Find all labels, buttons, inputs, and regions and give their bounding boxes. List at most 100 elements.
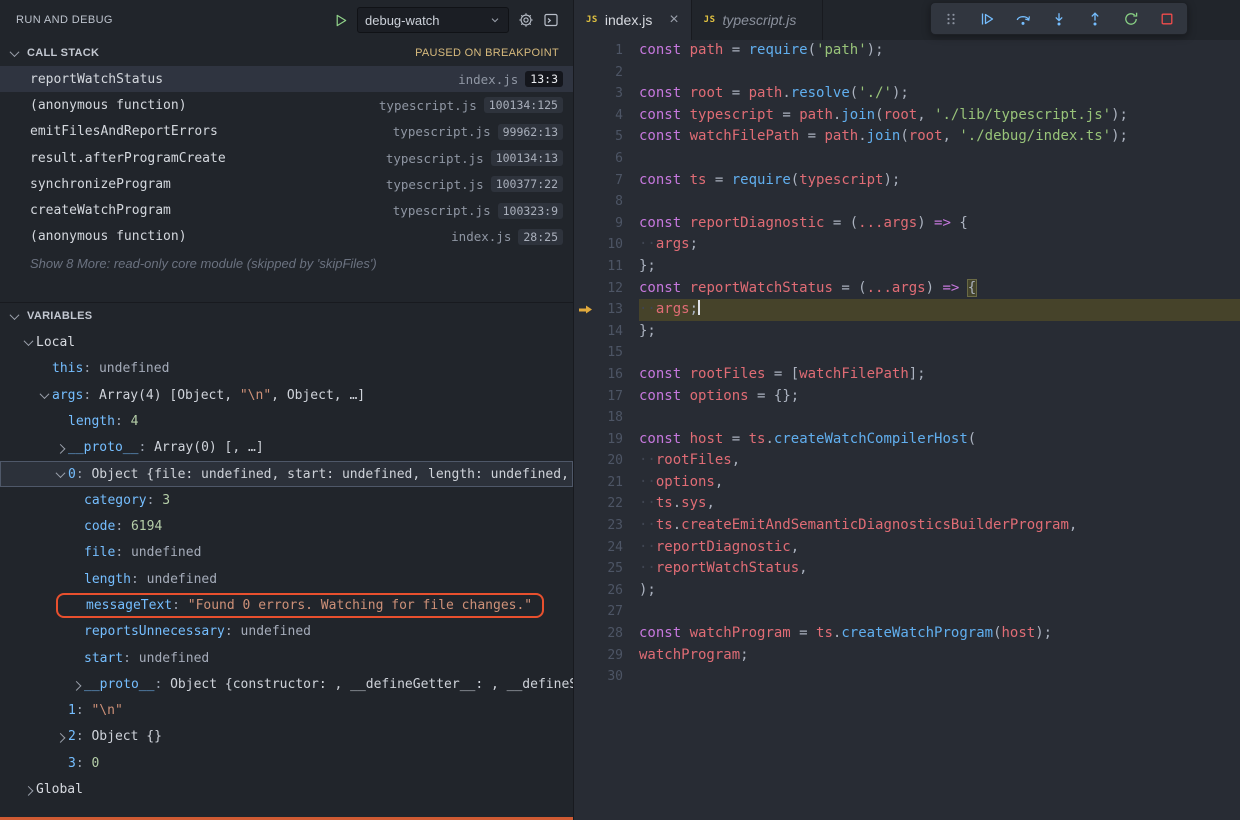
variable-row[interactable]: reportsUnnecessary: undefined bbox=[0, 619, 573, 645]
gutter[interactable]: 9 bbox=[574, 213, 639, 235]
gutter[interactable]: 22 bbox=[574, 493, 639, 515]
gutter[interactable]: 17 bbox=[574, 386, 639, 408]
code-line[interactable]: 29 watchProgram; bbox=[574, 645, 1240, 667]
call-stack-frame[interactable]: (anonymous function) typescript.js 100134:… bbox=[0, 92, 573, 118]
call-stack-frame[interactable]: synchronizeProgram typescript.js 100377:22 bbox=[0, 171, 573, 197]
call-stack-frame[interactable]: reportWatchStatus index.js 13:3 bbox=[0, 66, 573, 93]
gutter[interactable]: 28 bbox=[574, 623, 639, 645]
gutter[interactable]: 5 bbox=[574, 126, 639, 148]
code-line[interactable]: 18 bbox=[574, 407, 1240, 429]
gutter[interactable]: 1 bbox=[574, 40, 639, 62]
gutter[interactable]: 6 bbox=[574, 148, 639, 170]
gutter[interactable]: 23 bbox=[574, 515, 639, 537]
code-line[interactable]: 4 const typescript = path.join(root, './l… bbox=[574, 105, 1240, 127]
variable-row[interactable]: __proto__: Object {constructor: , __defi… bbox=[0, 671, 573, 697]
tab-index-js[interactable]: JS index.js × bbox=[574, 0, 692, 40]
variable-row[interactable]: messageText: "Found 0 errors. Watching f… bbox=[0, 592, 573, 618]
gutter[interactable]: 26 bbox=[574, 580, 639, 602]
gutter[interactable]: 25 bbox=[574, 558, 639, 580]
code-editor[interactable]: 1 const path = require('path'); 2 3 const ro… bbox=[574, 40, 1240, 688]
gutter[interactable]: 21 bbox=[574, 472, 639, 494]
variable-row[interactable]: __proto__: Array(0) [, …] bbox=[0, 435, 573, 461]
gutter[interactable]: 24 bbox=[574, 537, 639, 559]
code-line[interactable]: 3 const root = path.resolve('./'); bbox=[574, 83, 1240, 105]
gutter[interactable]: 19 bbox=[574, 429, 639, 451]
variable-row[interactable]: this: undefined bbox=[0, 356, 573, 382]
code-line[interactable]: 30 bbox=[574, 666, 1240, 688]
variable-row[interactable]: 1: "\n" bbox=[0, 698, 573, 724]
chevron-down-icon[interactable] bbox=[20, 339, 36, 346]
gutter[interactable]: 4 bbox=[574, 105, 639, 127]
code-line[interactable]: 10 ··args; bbox=[574, 234, 1240, 256]
chevron-down-icon[interactable] bbox=[36, 392, 52, 399]
code-line[interactable]: 12 const reportWatchStatus = (...args) =>… bbox=[574, 278, 1240, 300]
code-line[interactable]: 27 bbox=[574, 601, 1240, 623]
gutter[interactable]: 20 bbox=[574, 450, 639, 472]
variable-row[interactable]: code: 6194 bbox=[0, 513, 573, 539]
gutter[interactable]: 2 bbox=[574, 62, 639, 84]
code-line[interactable]: 17 const options = {}; bbox=[574, 386, 1240, 408]
call-stack-frame[interactable]: result.afterProgramCreate typescript.js 10… bbox=[0, 145, 573, 171]
code-line[interactable]: 15 bbox=[574, 342, 1240, 364]
gutter[interactable]: 15 bbox=[574, 342, 639, 364]
variable-row[interactable]: 0: Object {file: undefined, start: undef… bbox=[0, 460, 573, 488]
gutter[interactable]: 18 bbox=[574, 407, 639, 429]
step-out-button[interactable] bbox=[1077, 4, 1113, 33]
stop-button[interactable] bbox=[1149, 4, 1185, 33]
code-line[interactable]: 13 ··args; bbox=[574, 299, 1240, 321]
variable-row[interactable]: file: undefined bbox=[0, 540, 573, 566]
gutter[interactable]: 7 bbox=[574, 170, 639, 192]
code-line[interactable]: 28 const watchProgram = ts.createWatchPro… bbox=[574, 623, 1240, 645]
code-line[interactable]: 11}; bbox=[574, 256, 1240, 278]
variable-row[interactable]: args: Array(4) [Object, "\n", Object, …] bbox=[0, 382, 573, 408]
show-more-link[interactable]: Show 8 More: read-only core module (skip… bbox=[0, 250, 573, 276]
code-line[interactable]: 7 const ts = require(typescript); bbox=[574, 170, 1240, 192]
variables-header[interactable]: VARIABLES bbox=[0, 303, 573, 329]
gutter[interactable]: 16 bbox=[574, 364, 639, 386]
gutter[interactable]: 27 bbox=[574, 601, 639, 623]
code-line[interactable]: 26); bbox=[574, 580, 1240, 602]
gutter[interactable]: 8 bbox=[574, 191, 639, 213]
close-icon[interactable]: × bbox=[669, 12, 678, 28]
code-line[interactable]: 23 ··ts.createEmitAndSemanticDiagnosticsB… bbox=[574, 515, 1240, 537]
debug-console-icon[interactable] bbox=[543, 12, 559, 28]
code-line[interactable]: 22 ··ts.sys, bbox=[574, 493, 1240, 515]
code-line[interactable]: 21 ··options, bbox=[574, 472, 1240, 494]
code-line[interactable]: 24 ··reportDiagnostic, bbox=[574, 537, 1240, 559]
code-line[interactable]: 5 const watchFilePath = path.join(root, '… bbox=[574, 126, 1240, 148]
scope-row[interactable]: Global bbox=[0, 776, 573, 802]
code-line[interactable]: 2 bbox=[574, 62, 1240, 84]
variable-row[interactable]: length: 4 bbox=[0, 408, 573, 434]
scope-row[interactable]: Local bbox=[0, 329, 573, 355]
code-line[interactable]: 16 const rootFiles = [watchFilePath]; bbox=[574, 364, 1240, 386]
variable-row[interactable]: 2: Object {} bbox=[0, 724, 573, 750]
call-stack-frame[interactable]: emitFilesAndReportErrors typescript.js 999… bbox=[0, 119, 573, 145]
variable-row[interactable]: 3: 0 bbox=[0, 750, 573, 776]
gutter[interactable]: 29 bbox=[574, 645, 639, 667]
variable-row[interactable]: category: 3 bbox=[0, 487, 573, 513]
code-line[interactable]: 1 const path = require('path'); bbox=[574, 40, 1240, 62]
continue-button[interactable] bbox=[969, 4, 1005, 33]
restart-button[interactable] bbox=[1113, 4, 1149, 33]
variable-row[interactable]: length: undefined bbox=[0, 566, 573, 592]
gutter[interactable]: 14 bbox=[574, 321, 639, 343]
code-line[interactable]: 25 ··reportWatchStatus, bbox=[574, 558, 1240, 580]
code-line[interactable]: 20 ··rootFiles, bbox=[574, 450, 1240, 472]
code-line[interactable]: 8 bbox=[574, 191, 1240, 213]
drag-handle-icon[interactable] bbox=[933, 4, 969, 33]
step-over-button[interactable] bbox=[1005, 4, 1041, 33]
chevron-right-icon[interactable] bbox=[52, 733, 68, 740]
call-stack-frame[interactable]: createWatchProgram typescript.js 100323:9 bbox=[0, 197, 573, 223]
gutter[interactable]: 30 bbox=[574, 666, 639, 688]
gutter[interactable]: 10 bbox=[574, 234, 639, 256]
gutter[interactable]: 11 bbox=[574, 256, 639, 278]
chevron-right-icon[interactable] bbox=[68, 681, 84, 688]
code-line[interactable]: 6 bbox=[574, 148, 1240, 170]
chevron-right-icon[interactable] bbox=[20, 786, 36, 793]
gutter[interactable]: 13 bbox=[574, 299, 639, 321]
chevron-down-icon[interactable] bbox=[52, 471, 68, 478]
call-stack-frame[interactable]: (anonymous function) index.js 28:25 bbox=[0, 224, 573, 250]
gutter[interactable]: 12 bbox=[574, 278, 639, 300]
tab-typescript-js[interactable]: JS typescript.js bbox=[692, 0, 824, 40]
variable-row[interactable]: start: undefined bbox=[0, 645, 573, 671]
